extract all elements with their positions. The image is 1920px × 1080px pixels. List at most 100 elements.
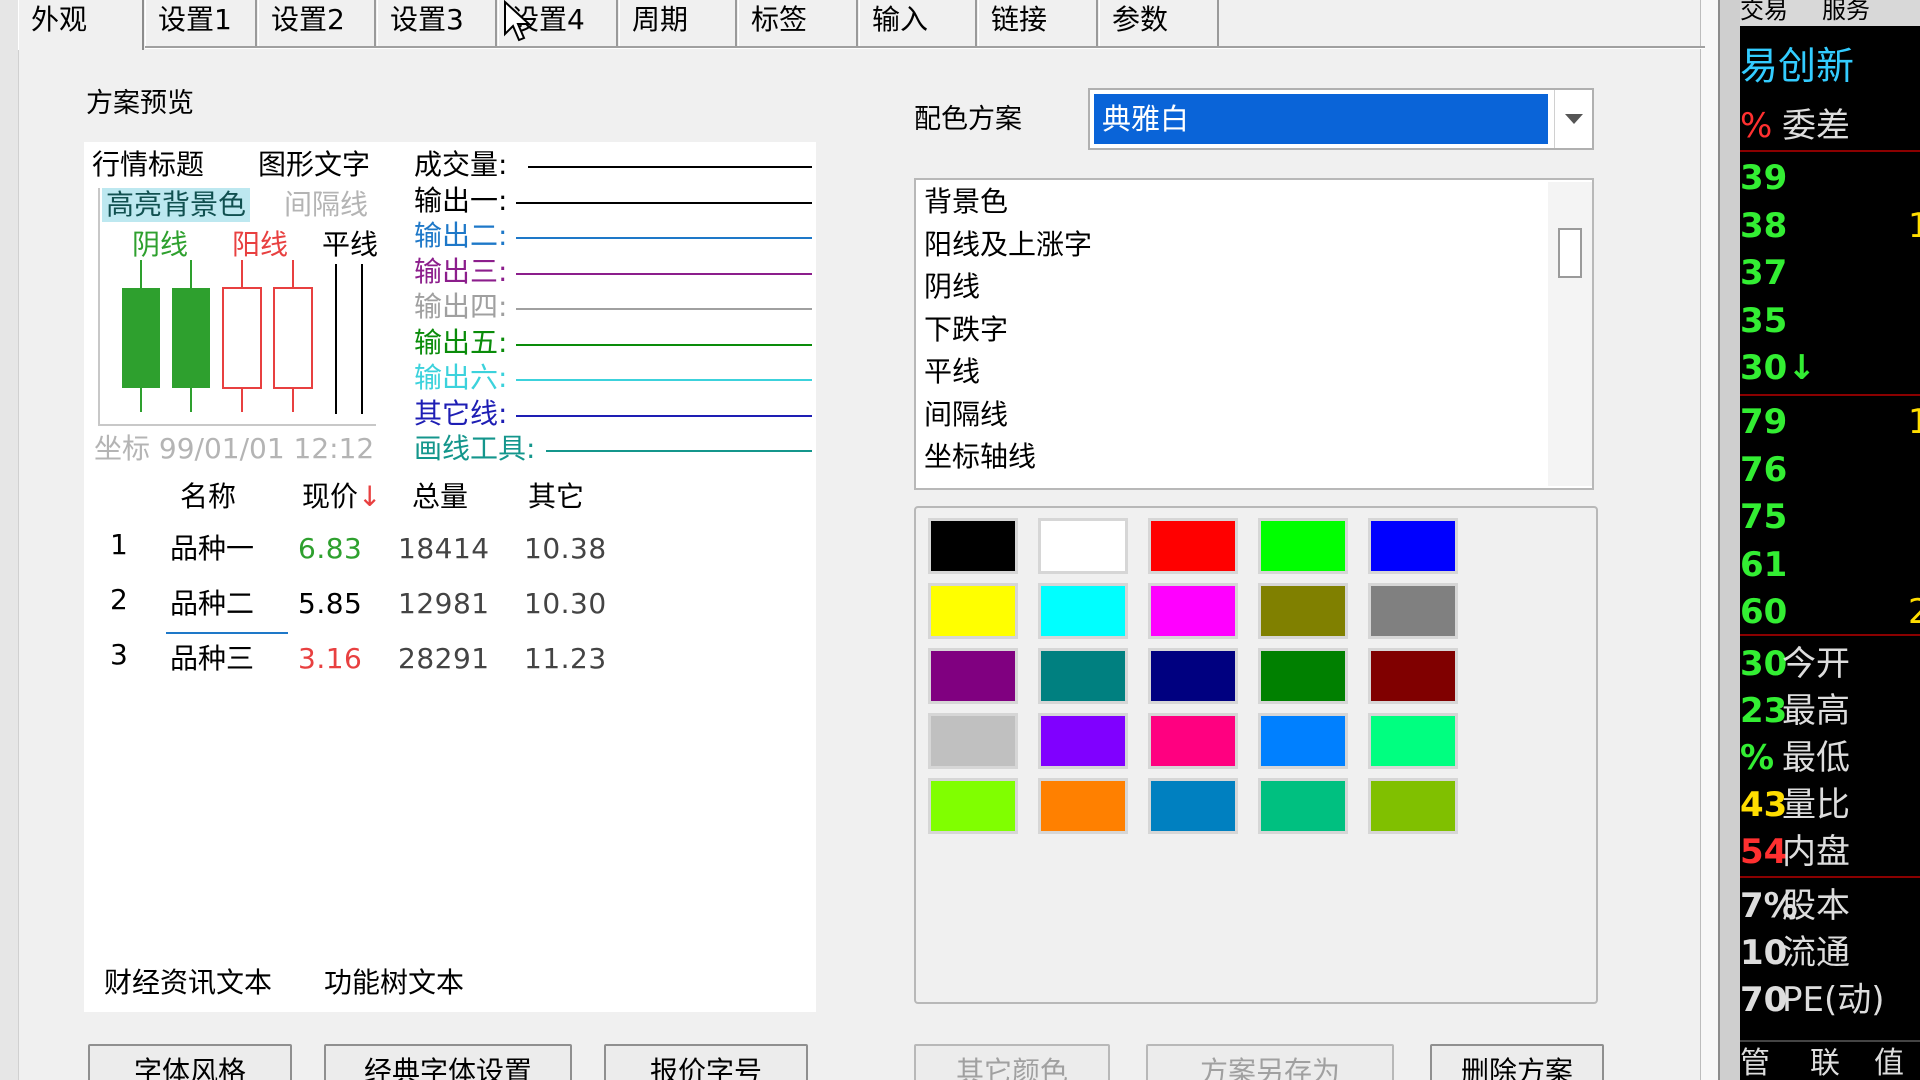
tab-links[interactable]: 链接: [978, 0, 1098, 46]
color-item[interactable]: 坐标轴线: [924, 437, 1036, 477]
color-swatch[interactable]: [928, 648, 1018, 704]
top-tab-trade[interactable]: 交易: [1740, 0, 1788, 30]
order-price: 79: [1740, 402, 1788, 442]
col-header-price[interactable]: 现价↓: [302, 480, 381, 514]
scheme-select[interactable]: 典雅白: [1088, 88, 1594, 150]
yin-candle-2: [172, 260, 210, 412]
tab-params[interactable]: 参数: [1099, 0, 1219, 46]
sort-down-icon: ↓: [358, 480, 382, 513]
preview-line-stroke: [528, 166, 812, 168]
color-swatch[interactable]: [1258, 518, 1348, 574]
color-item[interactable]: 下跌字: [924, 310, 1008, 350]
color-swatch[interactable]: [928, 713, 1018, 769]
classic-font-button[interactable]: 经典字体设置: [324, 1044, 572, 1080]
color-item[interactable]: 背景色: [924, 182, 1008, 222]
bottom-tab-3[interactable]: 值: [1874, 1044, 1904, 1080]
preview-coord: 坐标 99/01/01 12:12: [94, 432, 375, 465]
color-item[interactable]: 平线: [924, 352, 980, 392]
background-window-strip: [0, 0, 18, 1080]
preview-line-stroke: [516, 272, 812, 275]
color-swatch[interactable]: [928, 583, 1018, 639]
row-index: 1: [110, 528, 128, 561]
tab-label: 标签: [751, 3, 808, 36]
bottom-tab-2[interactable]: 联: [1810, 1044, 1840, 1080]
preview-line-stroke: [516, 308, 812, 310]
preview-line-stroke: [516, 414, 812, 417]
color-swatch[interactable]: [1148, 713, 1238, 769]
other-color-button[interactable]: 其它颜色: [914, 1044, 1110, 1080]
delete-scheme-button[interactable]: 删除方案: [1430, 1044, 1604, 1080]
tab-settings3[interactable]: 设置3: [377, 0, 497, 46]
tab-period[interactable]: 周期: [619, 0, 737, 46]
quote-font-size-button[interactable]: 报价字号: [604, 1044, 808, 1080]
row-other: 10.30: [524, 587, 607, 620]
order-price: 61: [1740, 544, 1788, 585]
color-item[interactable]: 间隔线: [924, 395, 1008, 435]
panel-divider: [1740, 876, 1920, 878]
preview-line-stroke: [516, 201, 812, 204]
color-item-list[interactable]: 背景色 阳线及上涨字 阴线 下跌字 平线 间隔线 坐标轴线: [914, 178, 1594, 490]
color-swatch[interactable]: [1368, 518, 1458, 574]
color-item[interactable]: 阳线及上涨字: [924, 225, 1092, 265]
col-header-volume: 总量: [412, 480, 469, 513]
font-style-button[interactable]: 字体风格: [88, 1044, 292, 1080]
list-scrollbar[interactable]: [1548, 182, 1592, 486]
list-scroll-thumb[interactable]: [1558, 228, 1582, 278]
color-swatch[interactable]: [928, 518, 1018, 574]
tab-label: 外观: [31, 3, 88, 36]
order-volume: 1: [1908, 205, 1920, 246]
preview-line-stroke: [546, 450, 812, 452]
color-item[interactable]: 阴线: [924, 267, 980, 307]
order-price: 75: [1740, 497, 1788, 537]
preview-line-label: 其它线:: [414, 396, 508, 430]
color-swatch[interactable]: [1038, 778, 1128, 834]
row-price: 3.16: [298, 642, 363, 675]
tab-settings1[interactable]: 设置1: [145, 0, 257, 46]
chevron-down-icon: [1565, 114, 1583, 124]
stat-value: 43: [1740, 785, 1788, 825]
top-tab-service[interactable]: 服务: [1822, 0, 1870, 30]
preview-finance-text: 财经资讯文本: [104, 966, 273, 999]
tab-input[interactable]: 输入: [859, 0, 977, 46]
order-volume: 1: [1908, 402, 1920, 442]
row-price: 5.85: [298, 587, 363, 620]
order-price: 30↓: [1740, 348, 1816, 388]
color-swatch[interactable]: [928, 778, 1018, 834]
color-swatch[interactable]: [1148, 583, 1238, 639]
color-swatch[interactable]: [1038, 583, 1128, 639]
panel-divider: [1740, 150, 1920, 152]
preview-section-label: 方案预览: [86, 88, 194, 119]
row-volume: 28291: [398, 642, 490, 675]
color-swatch[interactable]: [1258, 778, 1348, 834]
bottom-tab-1[interactable]: 管: [1740, 1044, 1770, 1080]
tab-settings2[interactable]: 设置2: [258, 0, 376, 46]
tab-appearance[interactable]: 外观: [18, 0, 144, 50]
preview-lines: 成交量: 输出一: 输出二: 输出三: 输出四: 输出五: 输出六: 其它线: 画线工具:: [414, 142, 814, 482]
color-swatch[interactable]: [1368, 648, 1458, 704]
col-header-other: 其它: [528, 480, 585, 513]
color-swatch[interactable]: [1148, 518, 1238, 574]
preview-line-label: 成交量:: [414, 148, 508, 181]
panel-divider: [1740, 634, 1920, 636]
color-swatch[interactable]: [1038, 713, 1128, 769]
color-swatch[interactable]: [1258, 713, 1348, 769]
color-swatch[interactable]: [1148, 648, 1238, 704]
preview-tree-text: 功能树文本: [324, 966, 465, 999]
tab-label: 输入: [872, 3, 929, 36]
color-swatch[interactable]: [1368, 778, 1458, 834]
color-swatch[interactable]: [1148, 778, 1238, 834]
col-header-price-label: 现价: [302, 480, 359, 513]
color-swatch[interactable]: [1368, 583, 1458, 639]
color-swatch[interactable]: [1258, 583, 1348, 639]
scheme-dropdown-button[interactable]: [1554, 90, 1592, 148]
save-scheme-as-button[interactable]: 方案另存为: [1146, 1044, 1394, 1080]
color-swatch[interactable]: [1258, 648, 1348, 704]
preview-line-label: 输出一:: [414, 183, 508, 217]
row-name: 品种二: [170, 587, 255, 620]
tab-tags[interactable]: 标签: [738, 0, 858, 46]
color-swatch[interactable]: [1038, 648, 1128, 704]
color-swatch[interactable]: [1038, 518, 1128, 574]
yang-candle-2: [273, 260, 313, 412]
candlesticks: [122, 260, 363, 414]
color-swatch[interactable]: [1368, 713, 1458, 769]
